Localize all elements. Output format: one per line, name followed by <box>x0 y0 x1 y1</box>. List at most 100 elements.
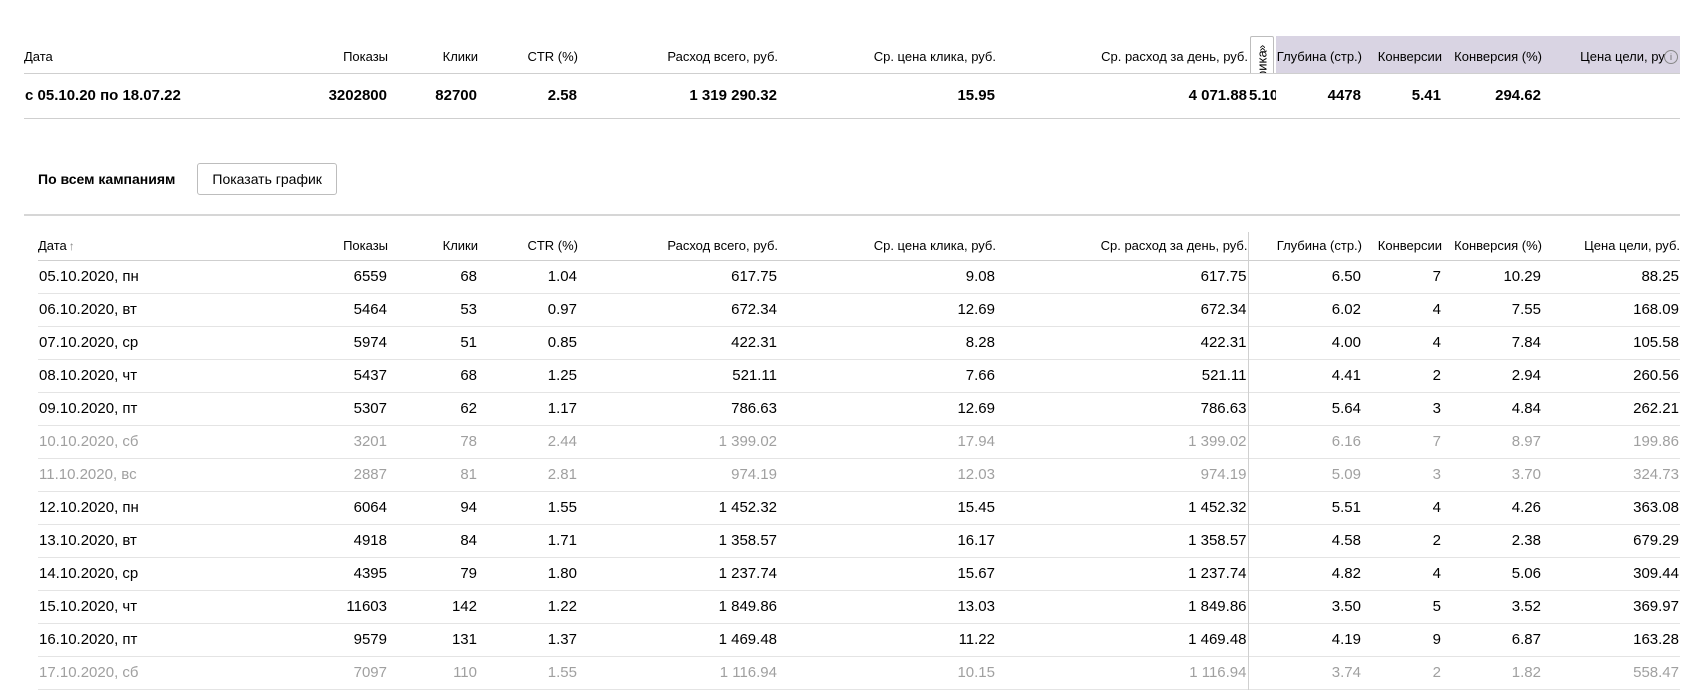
cell-clicks: 53 <box>460 301 477 318</box>
cell-daily-spend: 1 452.32 <box>1188 499 1247 516</box>
cell-spend: 1 358.57 <box>718 532 777 549</box>
cell-ctr: 1.22 <box>547 598 577 615</box>
daily-col-header-ctr[interactable]: CTR (%) <box>478 232 578 260</box>
cell-ctr: 2.81 <box>547 466 577 483</box>
col-header-ctr[interactable]: CTR (%) <box>478 36 578 73</box>
col-header-clicks[interactable]: Клики <box>388 36 478 73</box>
daily-col-header-cpc[interactable]: Ср. цена клика, руб. <box>778 232 996 260</box>
cell-ctr: 1.71 <box>547 532 577 549</box>
summary-header-row: Дата Показы Клики CTR (%) Расход всего, … <box>24 36 1680 73</box>
summary-goal-price: 294.62 <box>1495 87 1541 104</box>
table-row: 05.10.2020, пн 6559 68 1.04 617.75 9.08 617.75… <box>38 260 1680 293</box>
cell-goal-price: 558.47 <box>1633 664 1679 681</box>
cell-goal-price: 105.58 <box>1633 334 1679 351</box>
sort-asc-icon: ↑ <box>68 239 75 254</box>
col-header-date[interactable]: Дата <box>24 36 264 73</box>
cell-ctr: 1.80 <box>547 565 577 582</box>
cell-ctr: 1.55 <box>547 664 577 681</box>
daily-col-header-date[interactable]: Дата ↑ <box>38 232 264 260</box>
cell-daily-spend: 521.11 <box>1201 367 1247 384</box>
col-header-depth[interactable]: Глубина (стр.) <box>1276 36 1362 73</box>
cell-conversions: 4 <box>1432 334 1441 351</box>
cell-ctr: 2.44 <box>547 433 577 450</box>
daily-stats-table: Дата ↑ Показы Клики CTR (%) Расход всего,… <box>38 232 1680 690</box>
cell-conversions: 7 <box>1432 268 1441 285</box>
cell-goal-price: 199.86 <box>1633 433 1679 450</box>
cell-daily-spend: 672.34 <box>1200 301 1247 318</box>
cell-ctr: 0.85 <box>547 334 577 351</box>
cell-conv-rate: 2.94 <box>1511 367 1541 384</box>
cell-cpc: 8.28 <box>965 334 995 351</box>
table-row: 10.10.2020, сб 3201 78 2.44 1 399.02 17.94 1 3… <box>38 425 1680 458</box>
cell-clicks: 131 <box>451 631 477 648</box>
cell-depth: 4.41 <box>1247 359 1362 392</box>
daily-col-header-conv-rate[interactable]: Конверсия (%) <box>1442 232 1542 260</box>
cell-goal-price: 369.97 <box>1633 598 1679 615</box>
table-row: 11.10.2020, вс 2887 81 2.81 974.19 12.03 974.1… <box>38 458 1680 491</box>
col-header-shows[interactable]: Показы <box>264 36 388 73</box>
cell-goal-price: 260.56 <box>1633 367 1679 384</box>
daily-col-header-goal-price[interactable]: Цена цели, руб. <box>1542 232 1680 260</box>
cell-clicks: 79 <box>460 565 477 582</box>
daily-col-header-date-label: Дата <box>38 238 67 254</box>
cell-ctr: 1.25 <box>547 367 577 384</box>
cell-daily-spend: 1 358.57 <box>1188 532 1247 549</box>
cell-conversions: 2 <box>1432 532 1441 549</box>
daily-col-header-spend[interactable]: Расход всего, руб. <box>578 232 778 260</box>
cell-cpc: 13.03 <box>957 598 995 615</box>
cell-date: 08.10.2020, чт <box>39 367 138 384</box>
metrika-tab-cell: » Метрика <box>1248 36 1276 73</box>
cell-date: 06.10.2020, вт <box>39 301 137 318</box>
metrika-tab[interactable]: » Метрика <box>1250 36 1274 73</box>
daily-col-header-clicks[interactable]: Клики <box>388 232 478 260</box>
cell-depth: 3.74 <box>1247 656 1362 689</box>
cell-cpc: 12.69 <box>957 301 995 318</box>
col-header-conversions[interactable]: Конверсии <box>1362 36 1442 73</box>
cell-daily-spend: 1 116.94 <box>1189 664 1247 681</box>
cell-goal-price: 679.29 <box>1633 532 1679 549</box>
cell-conversions: 7 <box>1432 433 1441 450</box>
cell-clicks: 51 <box>460 334 477 351</box>
col-header-conv-rate[interactable]: Конверсия (%) <box>1442 36 1542 73</box>
cell-depth: 4.82 <box>1247 557 1362 590</box>
cell-date: 14.10.2020, ср <box>39 565 139 582</box>
col-header-daily-spend[interactable]: Ср. расход за день, руб. <box>996 36 1248 73</box>
col-header-goal-price[interactable]: Цена цели, руб. i <box>1542 36 1680 73</box>
cell-conversions: 2 <box>1432 367 1441 384</box>
cell-daily-spend: 786.63 <box>1200 400 1247 417</box>
cell-ctr: 1.17 <box>547 400 577 417</box>
cell-depth: 5.64 <box>1247 392 1362 425</box>
cell-conv-rate: 2.38 <box>1511 532 1541 549</box>
table-row: 06.10.2020, вт 5464 53 0.97 672.34 12.69 672.3… <box>38 293 1680 326</box>
cell-shows: 5974 <box>353 334 387 351</box>
col-header-cpc[interactable]: Ср. цена клика, руб. <box>778 36 996 73</box>
cell-daily-spend: 617.75 <box>1200 268 1247 285</box>
daily-col-header-conversions[interactable]: Конверсии <box>1362 232 1442 260</box>
cell-shows: 5307 <box>353 400 387 417</box>
table-row: 15.10.2020, чт 11603 142 1.22 1 849.86 13.03 1… <box>38 590 1680 623</box>
table-row: 17.10.2020, сб 7097 110 1.55 1 116.94 10.15 1 … <box>38 656 1680 689</box>
cell-depth: 5.51 <box>1247 491 1362 524</box>
table-row: 09.10.2020, пт 5307 62 1.17 786.63 12.69 786.6… <box>38 392 1680 425</box>
show-chart-button[interactable]: Показать график <box>197 163 337 195</box>
cell-date: 13.10.2020, вт <box>39 532 137 549</box>
daily-col-header-depth[interactable]: Глубина (стр.) <box>1247 232 1362 260</box>
cell-conversions: 4 <box>1432 301 1441 318</box>
cell-cpc: 15.45 <box>957 499 995 516</box>
daily-col-header-shows[interactable]: Показы <box>264 232 388 260</box>
daily-col-header-daily-spend[interactable]: Ср. расход за день, руб. <box>996 232 1248 260</box>
cell-shows: 11603 <box>346 598 387 615</box>
info-icon[interactable]: i <box>1664 50 1678 64</box>
cell-conv-rate: 7.55 <box>1511 301 1541 318</box>
cell-goal-price: 163.28 <box>1633 631 1679 648</box>
summary-daily-spend: 4 071.88 <box>1188 87 1247 104</box>
cell-daily-spend: 974.19 <box>1200 466 1247 483</box>
cell-shows: 3201 <box>353 433 387 450</box>
col-header-spend[interactable]: Расход всего, руб. <box>578 36 778 73</box>
cell-ctr: 1.55 <box>547 499 577 516</box>
cell-date: 09.10.2020, пт <box>39 400 138 417</box>
cell-daily-spend: 1 849.86 <box>1188 598 1247 615</box>
cell-daily-spend: 1 399.02 <box>1188 433 1247 450</box>
cell-conversions: 9 <box>1432 631 1441 648</box>
table-row: 12.10.2020, пн 6064 94 1.55 1 452.32 15.45 1 4… <box>38 491 1680 524</box>
